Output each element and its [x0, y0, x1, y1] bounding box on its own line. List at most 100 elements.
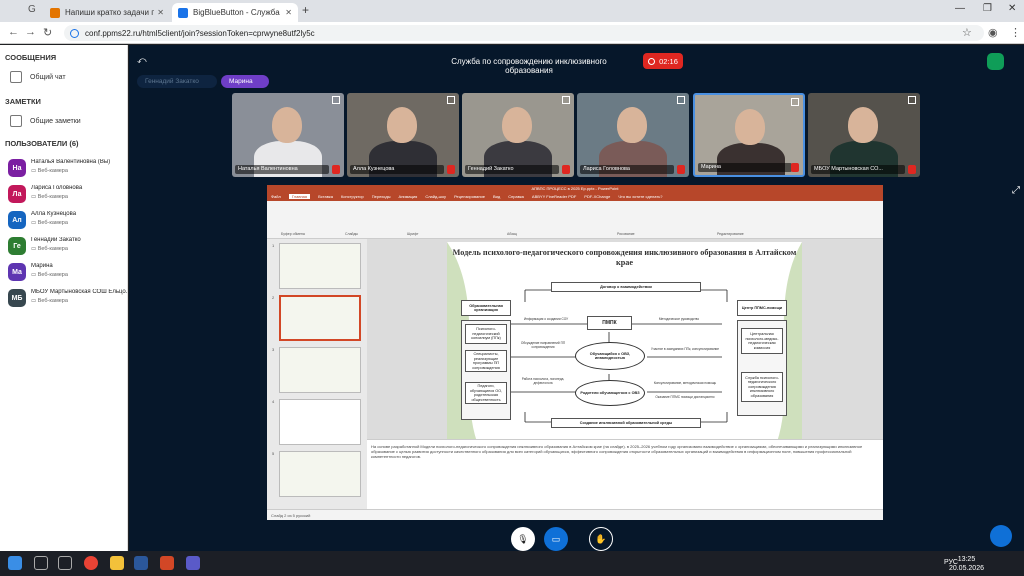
user-list-item[interactable]: Ма Марина ▭ Веб-камера [8, 261, 126, 285]
expand-icon[interactable] [332, 96, 340, 104]
tab-favicon-icon [50, 7, 60, 18]
mute-button[interactable]: 🎙 [511, 527, 535, 551]
user-list-item[interactable]: Ла Лариса Головнова ▭ Веб-камера [8, 183, 126, 207]
thumb-number: 3 [272, 347, 275, 352]
ppt-menu-item[interactable]: Вставка [318, 194, 333, 199]
ppt-menu-item[interactable]: Переходы [372, 194, 391, 199]
user-name: Лариса Головнова [31, 185, 83, 191]
ppt-menu-item[interactable]: Главная [288, 194, 311, 199]
video-tile[interactable]: Марина [693, 93, 805, 177]
search-icon[interactable] [34, 556, 48, 570]
recording-indicator[interactable]: 02:16 [643, 53, 683, 69]
camera-button[interactable]: ▭ [544, 527, 568, 551]
new-tab-icon[interactable]: + [302, 3, 309, 17]
back-icon[interactable]: ← [8, 26, 19, 38]
user-name: Наталья Валентиновна (Вы) [31, 159, 111, 165]
powerpoint-icon[interactable] [160, 556, 174, 570]
speaker-notes[interactable]: На основе разработанной Модели психолого… [367, 439, 883, 509]
google-icon[interactable]: G [28, 4, 36, 15]
avatar: Ал [8, 211, 26, 229]
expand-icon[interactable] [908, 96, 916, 104]
profile-icon[interactable]: ◉ [988, 26, 998, 39]
person-face [735, 109, 765, 145]
ppt-menu-item[interactable]: ABBYY FineReader PDF [532, 194, 576, 199]
app-icon[interactable] [186, 556, 200, 570]
slide-canvas: Модель психолого-педагогического сопрово… [367, 239, 883, 442]
sidebar: СООБЩЕНИЯ Общий чат ЗАМЕТКИ Общие заметк… [0, 45, 128, 551]
raise-hand-button[interactable]: ✋ [589, 527, 613, 551]
shared-notes-item[interactable]: Общие заметки [10, 115, 81, 127]
left-box: Психолого-педагогический консилиум (ППк) [465, 324, 507, 344]
tab-title: BigBlueButton - Служба по [193, 8, 283, 17]
user-list-item[interactable]: Ге Геннадий Закатко ▭ Веб-камера [8, 235, 126, 259]
fullscreen-icon[interactable]: ⤢ [1012, 185, 1020, 196]
video-tile[interactable]: Наталья Валентиновна [232, 93, 344, 177]
video-tile[interactable]: Лариса Головнова [577, 93, 689, 177]
ppt-menu-item[interactable]: Вид [493, 194, 500, 199]
connection-status-icon[interactable] [987, 53, 1004, 70]
chevron-left-icon[interactable]: ⤺ [137, 55, 147, 66]
video-tile[interactable]: Геннадий Закатко [462, 93, 574, 177]
slide-thumb[interactable] [279, 451, 361, 497]
expand-icon[interactable] [562, 96, 570, 104]
agreement-box: Договор о взаимодействии [551, 282, 701, 292]
user-name: Алла Кузнецова [31, 211, 77, 217]
slide-thumb[interactable] [279, 243, 361, 289]
tab-inactive[interactable]: Напиши кратко задачи просв ✕ [44, 3, 170, 22]
person-face [848, 107, 878, 143]
ppt-menu-item[interactable]: Что вы хотите сделать? [618, 194, 662, 199]
user-list-item[interactable]: Ал Алла Кузнецова ▭ Веб-камера [8, 209, 126, 233]
forward-icon[interactable]: → [25, 26, 36, 38]
ppt-menu-item[interactable]: Рецензирование [454, 194, 485, 199]
main-area: ⤺ Служба по сопровождению инклюзивного о… [129, 45, 1024, 551]
ppt-menu-item[interactable]: Конструктор [341, 194, 364, 199]
meeting-title: Служба по сопровождению инклюзивного обр… [451, 57, 607, 75]
expand-icon[interactable] [677, 96, 685, 104]
chrome-icon[interactable] [84, 556, 98, 570]
ppt-menu-item[interactable]: Файл [271, 194, 281, 199]
close-tab-icon[interactable]: ✕ [285, 8, 292, 17]
slide-thumb[interactable] [279, 295, 361, 341]
minimize-icon[interactable]: — [955, 3, 965, 14]
task-view-icon[interactable] [58, 556, 72, 570]
camera-icon: ▭ [551, 533, 561, 544]
menu-icon[interactable]: ⋮ [1010, 26, 1021, 39]
close-window-icon[interactable]: ✕ [1008, 3, 1016, 14]
ppt-menu-item[interactable]: Анимация [399, 194, 418, 199]
public-chat-label: Общий чат [30, 73, 66, 81]
mic-muted-icon [791, 163, 799, 172]
expand-icon[interactable] [791, 98, 799, 106]
tab-active[interactable]: BigBlueButton - Служба по ✕ [172, 3, 298, 22]
video-tile[interactable]: МБОУ Мартыновская СО... [808, 93, 920, 177]
left-box: Специалисты, реализующие программы ПП со… [465, 350, 507, 372]
clock[interactable]: 13:25 20.05.2026 [949, 555, 984, 573]
arrow-label: Информация о создании СОУ [523, 317, 569, 321]
ppt-menu-item[interactable]: Справка [508, 194, 524, 199]
reload-icon[interactable]: ↻ [43, 26, 52, 39]
restore-icon[interactable]: ❐ [983, 3, 992, 14]
person-face [502, 107, 532, 143]
tile-name: Алла Кузнецова [350, 165, 444, 174]
word-icon[interactable] [134, 556, 148, 570]
expand-icon[interactable] [447, 96, 455, 104]
slide-thumb[interactable] [279, 399, 361, 445]
ppt-menu-item[interactable]: PDF-XChange [584, 194, 610, 199]
close-tab-icon[interactable]: ✕ [157, 8, 164, 17]
presentation-toggle-button[interactable] [990, 525, 1012, 547]
mic-muted-icon [332, 165, 340, 174]
explorer-icon[interactable] [110, 556, 124, 570]
user-list-item[interactable]: На Наталья Валентиновна (Вы) ▭ Веб-камер… [8, 157, 126, 181]
url-input[interactable]: conf.ppms22.ru/html5client/join?sessionT… [64, 25, 984, 41]
user-list-item[interactable]: МБ МБОУ Мартыновская СОШ Ельцо... ▭ Веб-… [8, 287, 127, 311]
public-chat-item[interactable]: Общий чат [10, 71, 66, 83]
video-tile[interactable]: Алла Кузнецова [347, 93, 459, 177]
messages-heading: СООБЩЕНИЯ [5, 53, 57, 62]
site-info-icon[interactable] [70, 28, 79, 38]
avatar: Ла [8, 185, 26, 203]
windows-start-icon[interactable] [8, 556, 22, 570]
bookmark-star-icon[interactable]: ☆ [962, 26, 972, 39]
slide-thumb[interactable] [279, 347, 361, 393]
ppt-menu-item[interactable]: Слайд-шоу [425, 194, 446, 199]
users-heading: ПОЛЬЗОВАТЕЛИ (6) [5, 139, 79, 148]
arrow-label: Консультирование, методическая помощь [653, 381, 717, 385]
